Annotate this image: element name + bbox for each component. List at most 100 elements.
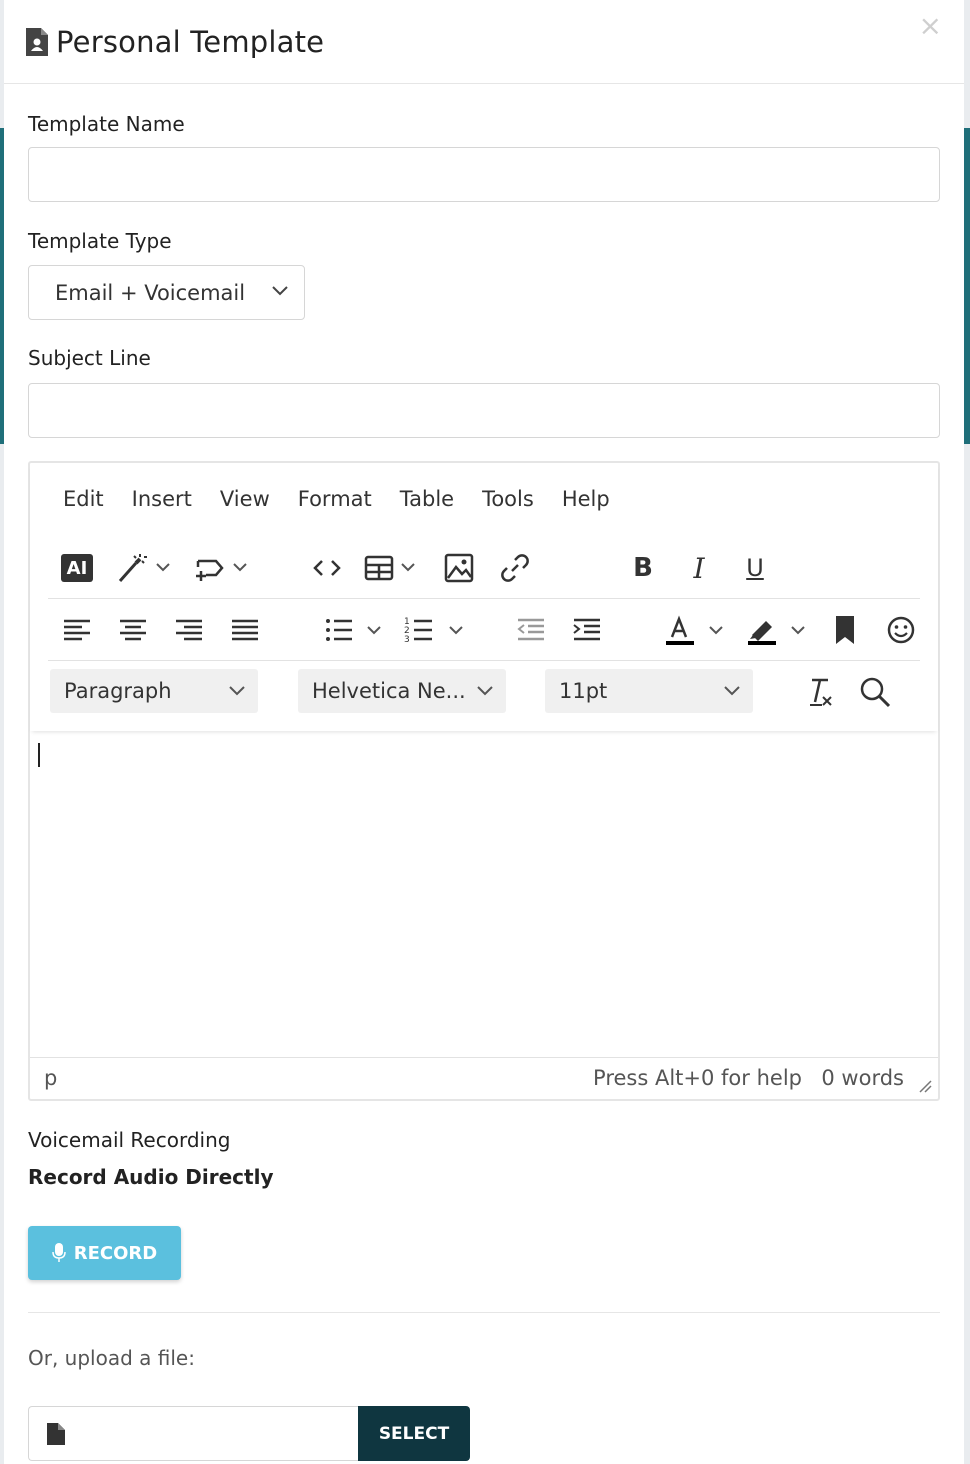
menu-table[interactable]: Table: [400, 487, 454, 511]
align-justify-button[interactable]: [228, 613, 262, 647]
record-button-label: RECORD: [73, 1242, 158, 1264]
chevron-down-icon: [272, 286, 288, 296]
insert-link-button[interactable]: [498, 551, 532, 585]
chevron-down-icon: [477, 686, 493, 696]
menu-insert[interactable]: Insert: [132, 487, 192, 511]
font-family-select[interactable]: Helvetica Ne...: [298, 669, 506, 713]
template-name-label: Template Name: [28, 112, 185, 136]
background-band: [964, 128, 970, 444]
find-replace-button[interactable]: [858, 675, 892, 709]
chevron-down-icon: [229, 686, 245, 696]
personal-template-modal: Personal Template × Template Name Templa…: [4, 0, 964, 1464]
underline-icon: U: [746, 554, 764, 582]
clear-format-icon: [810, 678, 832, 706]
subject-line-label: Subject Line: [28, 346, 151, 370]
text-color-icon: [666, 615, 723, 645]
block-format-value: Paragraph: [64, 679, 172, 703]
emoji-button[interactable]: [884, 613, 918, 647]
emoji-icon: [887, 616, 915, 644]
text-color-button[interactable]: [662, 613, 728, 647]
highlight-button[interactable]: [744, 613, 810, 647]
indent-button[interactable]: [570, 613, 604, 647]
template-insert-button[interactable]: [192, 551, 252, 585]
italic-button[interactable]: I: [682, 551, 716, 585]
source-code-button[interactable]: [310, 551, 344, 585]
font-size-value: 11pt: [559, 679, 608, 703]
menu-view[interactable]: View: [220, 487, 270, 511]
text-caret: [38, 743, 40, 767]
template-insert-icon: [196, 559, 247, 581]
menu-help[interactable]: Help: [562, 487, 610, 511]
align-center-button[interactable]: [116, 613, 150, 647]
align-right-button[interactable]: [172, 613, 206, 647]
bullet-list-button[interactable]: [322, 613, 386, 647]
table-icon: [364, 555, 415, 581]
toolbar-row-3: Paragraph Helvetica Ne... 11pt: [48, 661, 920, 731]
bold-icon: B: [633, 553, 653, 583]
template-type-value: Email + Voicemail: [55, 280, 246, 305]
microphone-icon: [52, 1243, 66, 1262]
modal-header: Personal Template ×: [4, 0, 964, 84]
ai-icon: AI: [61, 554, 93, 582]
align-center-icon: [120, 619, 146, 641]
help-hint: Press Alt+0 for help: [593, 1066, 802, 1090]
align-left-button[interactable]: [60, 613, 94, 647]
template-name-input[interactable]: [28, 147, 940, 202]
subject-line-input[interactable]: [28, 383, 940, 438]
modal-title: Personal Template: [56, 24, 325, 59]
clear-format-button[interactable]: [802, 675, 836, 709]
section-divider: [28, 1312, 940, 1313]
image-icon: [444, 553, 474, 583]
editor-statusbar: p Press Alt+0 for help 0 words: [30, 1057, 938, 1099]
numbered-list-button[interactable]: 1 2 3: [402, 613, 468, 647]
voicemail-recording-label: Voicemail Recording: [28, 1128, 231, 1152]
select-file-button[interactable]: SELECT: [358, 1406, 470, 1461]
editor-content-area[interactable]: [30, 731, 938, 1057]
numbered-list-icon: 1 2 3: [404, 617, 463, 645]
code-icon: [313, 560, 341, 576]
editor-toolbar: Edit Insert View Format Table Tools Help…: [30, 463, 938, 731]
bullet-list-icon: [326, 619, 381, 641]
align-left-icon: [64, 619, 90, 641]
resize-handle-icon[interactable]: [918, 1079, 932, 1093]
outdent-button[interactable]: [514, 613, 548, 647]
ai-label: AI: [66, 557, 88, 579]
template-type-label: Template Type: [28, 229, 172, 253]
insert-image-button[interactable]: [442, 551, 476, 585]
word-count[interactable]: 0 words: [821, 1066, 904, 1090]
align-right-icon: [176, 619, 202, 641]
indent-icon: [573, 618, 600, 641]
font-size-select[interactable]: 11pt: [545, 669, 753, 713]
bold-button[interactable]: B: [626, 551, 660, 585]
record-audio-heading: Record Audio Directly: [28, 1165, 274, 1189]
bookmark-button[interactable]: [828, 613, 862, 647]
underline-button[interactable]: U: [738, 551, 772, 585]
table-button[interactable]: [362, 551, 422, 585]
search-icon: [860, 677, 891, 708]
close-button[interactable]: ×: [919, 12, 942, 40]
rich-text-editor: Edit Insert View Format Table Tools Help…: [28, 461, 940, 1101]
block-format-select[interactable]: Paragraph: [50, 669, 258, 713]
element-path[interactable]: p: [44, 1066, 57, 1090]
editor-menubar: Edit Insert View Format Table Tools Help: [63, 487, 638, 511]
bookmark-icon: [836, 616, 854, 644]
file-path-input[interactable]: [28, 1406, 358, 1461]
chevron-down-icon: [724, 686, 740, 696]
ai-button[interactable]: AI: [60, 551, 94, 585]
toolbar-row-2: 1 2 3: [48, 599, 920, 661]
menu-tools[interactable]: Tools: [482, 487, 534, 511]
italic-icon: I: [693, 551, 705, 585]
magic-wand-button[interactable]: [116, 551, 174, 585]
highlight-icon: [748, 621, 805, 645]
link-icon: [501, 554, 529, 582]
file-icon: [47, 1423, 65, 1445]
align-justify-icon: [232, 619, 258, 641]
upload-file-label: Or, upload a file:: [28, 1346, 195, 1370]
template-type-select[interactable]: Email + Voicemail: [28, 265, 305, 320]
font-family-value: Helvetica Ne...: [312, 679, 466, 703]
record-button[interactable]: RECORD: [28, 1226, 181, 1280]
menu-edit[interactable]: Edit: [63, 487, 104, 511]
toolbar-row-1: AI B I U: [48, 543, 920, 599]
magic-wand-icon: [118, 554, 170, 582]
menu-format[interactable]: Format: [298, 487, 372, 511]
